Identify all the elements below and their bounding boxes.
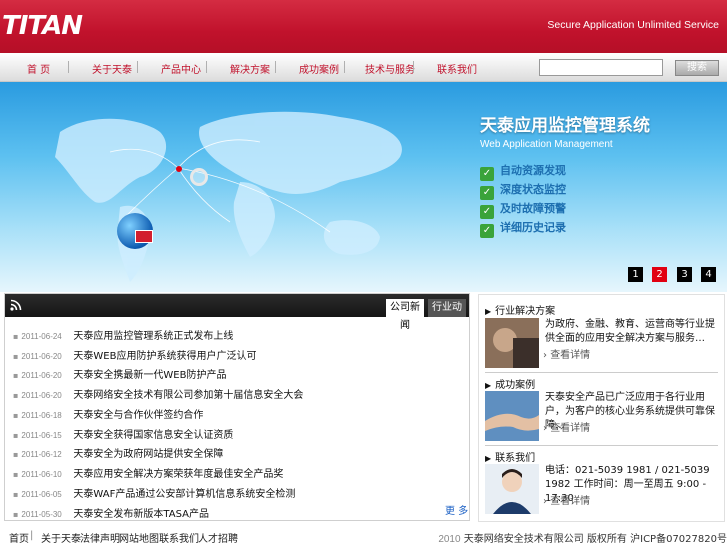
nav-separator <box>275 61 276 73</box>
check-icon: ✓ <box>480 205 494 219</box>
nav-item-cases[interactable]: 成功案例 <box>299 61 339 76</box>
section-heading-cases[interactable]: ▶ 成功案例 <box>485 376 535 391</box>
section-heading-solutions[interactable]: ▶ 行业解决方案 <box>485 302 555 317</box>
slogan: Secure Application Unlimited Service <box>547 19 719 31</box>
news-item[interactable]: ▪ 2011-06-20 天泰安全携最新一代WEB防护产品 <box>13 366 227 381</box>
footer-separator: | <box>30 530 34 541</box>
nav-item-services[interactable]: 技术与服务 <box>365 61 415 76</box>
news-item[interactable]: ▪ 2011-06-05 天泰WAF产品通过公安部计算机信息系统安全检测 <box>13 485 295 500</box>
banner-feature: ✓ 及时故障预警 <box>480 200 566 219</box>
solutions-more-link[interactable]: › 查看详情 <box>543 346 590 361</box>
banner-title: 天泰应用监控管理系统 <box>480 116 650 136</box>
footer-link-sitemap[interactable]: 网站地图 <box>119 530 159 545</box>
arrow-icon: ▶ <box>485 307 492 316</box>
copyright-year: 2010 <box>438 534 461 545</box>
arrow-icon: ▶ <box>485 381 492 390</box>
logo[interactable]: TITAN <box>2 11 83 41</box>
tab-industry-news[interactable]: 行业动态 <box>428 299 466 331</box>
news-item[interactable]: ▪ 2011-05-30 天泰安全发布新版本TASA产品 <box>13 505 209 520</box>
location-pin-icon <box>176 166 182 172</box>
chevron-right-icon: › <box>543 350 547 361</box>
chevron-right-icon: › <box>543 496 547 507</box>
nav-separator <box>68 61 69 73</box>
news-item[interactable]: ▪ 2011-06-10 天泰应用安全解决方案荣获年度最佳安全产品奖 <box>13 465 283 480</box>
slide-pager-1[interactable]: 1 <box>628 267 643 282</box>
news-item[interactable]: ▪ 2011-06-15 天泰安全获得国家信息安全认证资质 <box>13 426 233 441</box>
solutions-thumbnail <box>485 318 539 368</box>
footer-link-contact[interactable]: 联系我们 <box>159 530 199 545</box>
section-heading-contact[interactable]: ▶ 联系我们 <box>485 449 535 464</box>
icp-number[interactable]: 沪ICP备07027820号 <box>630 534 727 545</box>
nav-separator <box>206 61 207 73</box>
contact-more-link[interactable]: › 查看详情 <box>543 492 590 507</box>
check-icon: ✓ <box>480 224 494 238</box>
arrow-icon: ▶ <box>485 454 492 463</box>
banner-subtitle: Web Application Management <box>480 139 613 150</box>
nav-item-home[interactable]: 首 页 <box>27 61 50 76</box>
footer-link-jobs[interactable]: 人才招聘 <box>198 530 238 545</box>
magnifier-icon <box>190 168 208 186</box>
footer-link-home[interactable]: 首页 <box>9 530 29 545</box>
rss-icon <box>10 299 22 311</box>
nav-separator <box>137 61 138 73</box>
cases-more-link[interactable]: › 查看详情 <box>543 419 590 434</box>
news-item[interactable]: ▪ 2011-06-20 天泰WEB应用防护系统获得用户广泛认可 <box>13 347 257 362</box>
banner-feature: ✓ 自动资源发现 <box>480 162 566 181</box>
chevron-right-icon: › <box>543 423 547 434</box>
check-icon: ✓ <box>480 186 494 200</box>
footer-link-legal[interactable]: 法律声明 <box>80 530 120 545</box>
news-item[interactable]: ▪ 2011-06-24 天泰应用监控管理系统正式发布上线 <box>13 327 233 342</box>
nav-item-products[interactable]: 产品中心 <box>161 61 201 76</box>
check-icon: ✓ <box>480 167 494 181</box>
divider <box>485 372 718 373</box>
banner: 天泰应用监控管理系统 Web Application Management ✓ 自… <box>0 82 727 292</box>
nav-separator <box>344 61 345 73</box>
nav-separator <box>413 61 414 73</box>
banner-feature: ✓ 深度状态监控 <box>480 181 566 200</box>
nav-item-about[interactable]: 关于天泰 <box>92 61 132 76</box>
contact-thumbnail <box>485 464 539 514</box>
news-item[interactable]: ▪ 2011-06-12 天泰安全为政府网站提供安全保障 <box>13 445 223 460</box>
slide-pager-3[interactable]: 3 <box>677 267 692 282</box>
news-panel: 公司新闻 行业动态 ▪ 2011-06-24 天泰应用监控管理系统正式发布上线 ▪ 2… <box>4 293 470 521</box>
side-panel: ▶ 行业解决方案 为政府、金融、教育、运营商等行业提供全面的应用安全解决方案与服务… <box>478 294 725 522</box>
copyright-text: 天泰网络安全技术有限公司 版权所有 <box>463 534 627 545</box>
slide-pager-4[interactable]: 4 <box>701 267 716 282</box>
search-button[interactable]: 搜索 <box>675 60 719 76</box>
header: TITAN Secure Application Unlimited Servi… <box>0 0 727 53</box>
news-item[interactable]: ▪ 2011-06-18 天泰安全与合作伙伴签约合作 <box>13 406 203 421</box>
news-more-link[interactable]: 更 多 <box>445 502 468 517</box>
app-badge-icon <box>135 230 153 243</box>
section-text-solutions: 为政府、金融、教育、运营商等行业提供全面的应用安全解决方案与服务… <box>545 319 715 344</box>
cases-thumbnail <box>485 391 539 441</box>
copyright: 2010 天泰网络安全技术有限公司 版权所有 沪ICP备07027820号 <box>438 530 727 545</box>
footer-link-about[interactable]: 关于天泰 <box>41 530 81 545</box>
divider <box>485 445 718 446</box>
nav-item-contact[interactable]: 联系我们 <box>437 61 477 76</box>
nav-item-solutions[interactable]: 解决方案 <box>230 61 270 76</box>
news-item[interactable]: ▪ 2011-06-20 天泰网络安全技术有限公司参加第十届信息安全大会 <box>13 386 303 401</box>
news-header: 公司新闻 行业动态 <box>5 294 469 331</box>
search-input[interactable] <box>539 59 663 76</box>
banner-feature: ✓ 详细历史记录 <box>480 219 566 238</box>
slide-pager-2[interactable]: 2 <box>652 267 667 282</box>
tab-company-news[interactable]: 公司新闻 <box>386 299 424 331</box>
